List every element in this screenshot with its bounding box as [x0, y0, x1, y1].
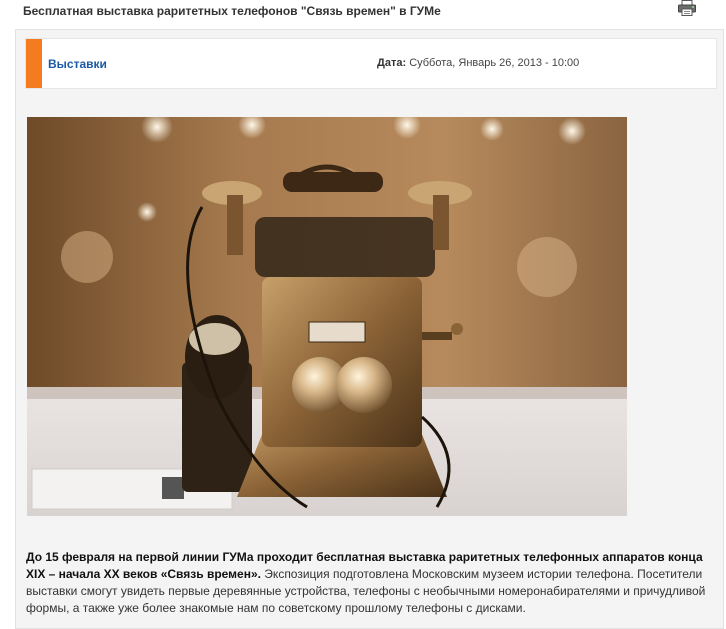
category-accent [26, 39, 42, 88]
date-label: Дата: [377, 57, 407, 69]
page: Бесплатная выставка раритетных телефонов… [0, 0, 726, 629]
title-row: Бесплатная выставка раритетных телефонов… [0, 0, 726, 26]
post-date: Дата: Суббота, Январь 26, 2013 - 10:00 [377, 57, 579, 69]
article-text: До 15 февраля на первой линии ГУМа прохо… [26, 549, 716, 617]
page-title: Бесплатная выставка раритетных телефонов… [23, 4, 441, 18]
printer-icon[interactable] [678, 0, 696, 16]
date-value: Суббота, Январь 26, 2013 - 10:00 [409, 57, 580, 69]
meta-bar: Выставки Дата: Суббота, Январь 26, 2013 … [25, 38, 717, 89]
category-link[interactable]: Выставки [48, 57, 107, 71]
article-photo [27, 117, 627, 516]
article-panel: Выставки Дата: Суббота, Январь 26, 2013 … [15, 29, 724, 629]
